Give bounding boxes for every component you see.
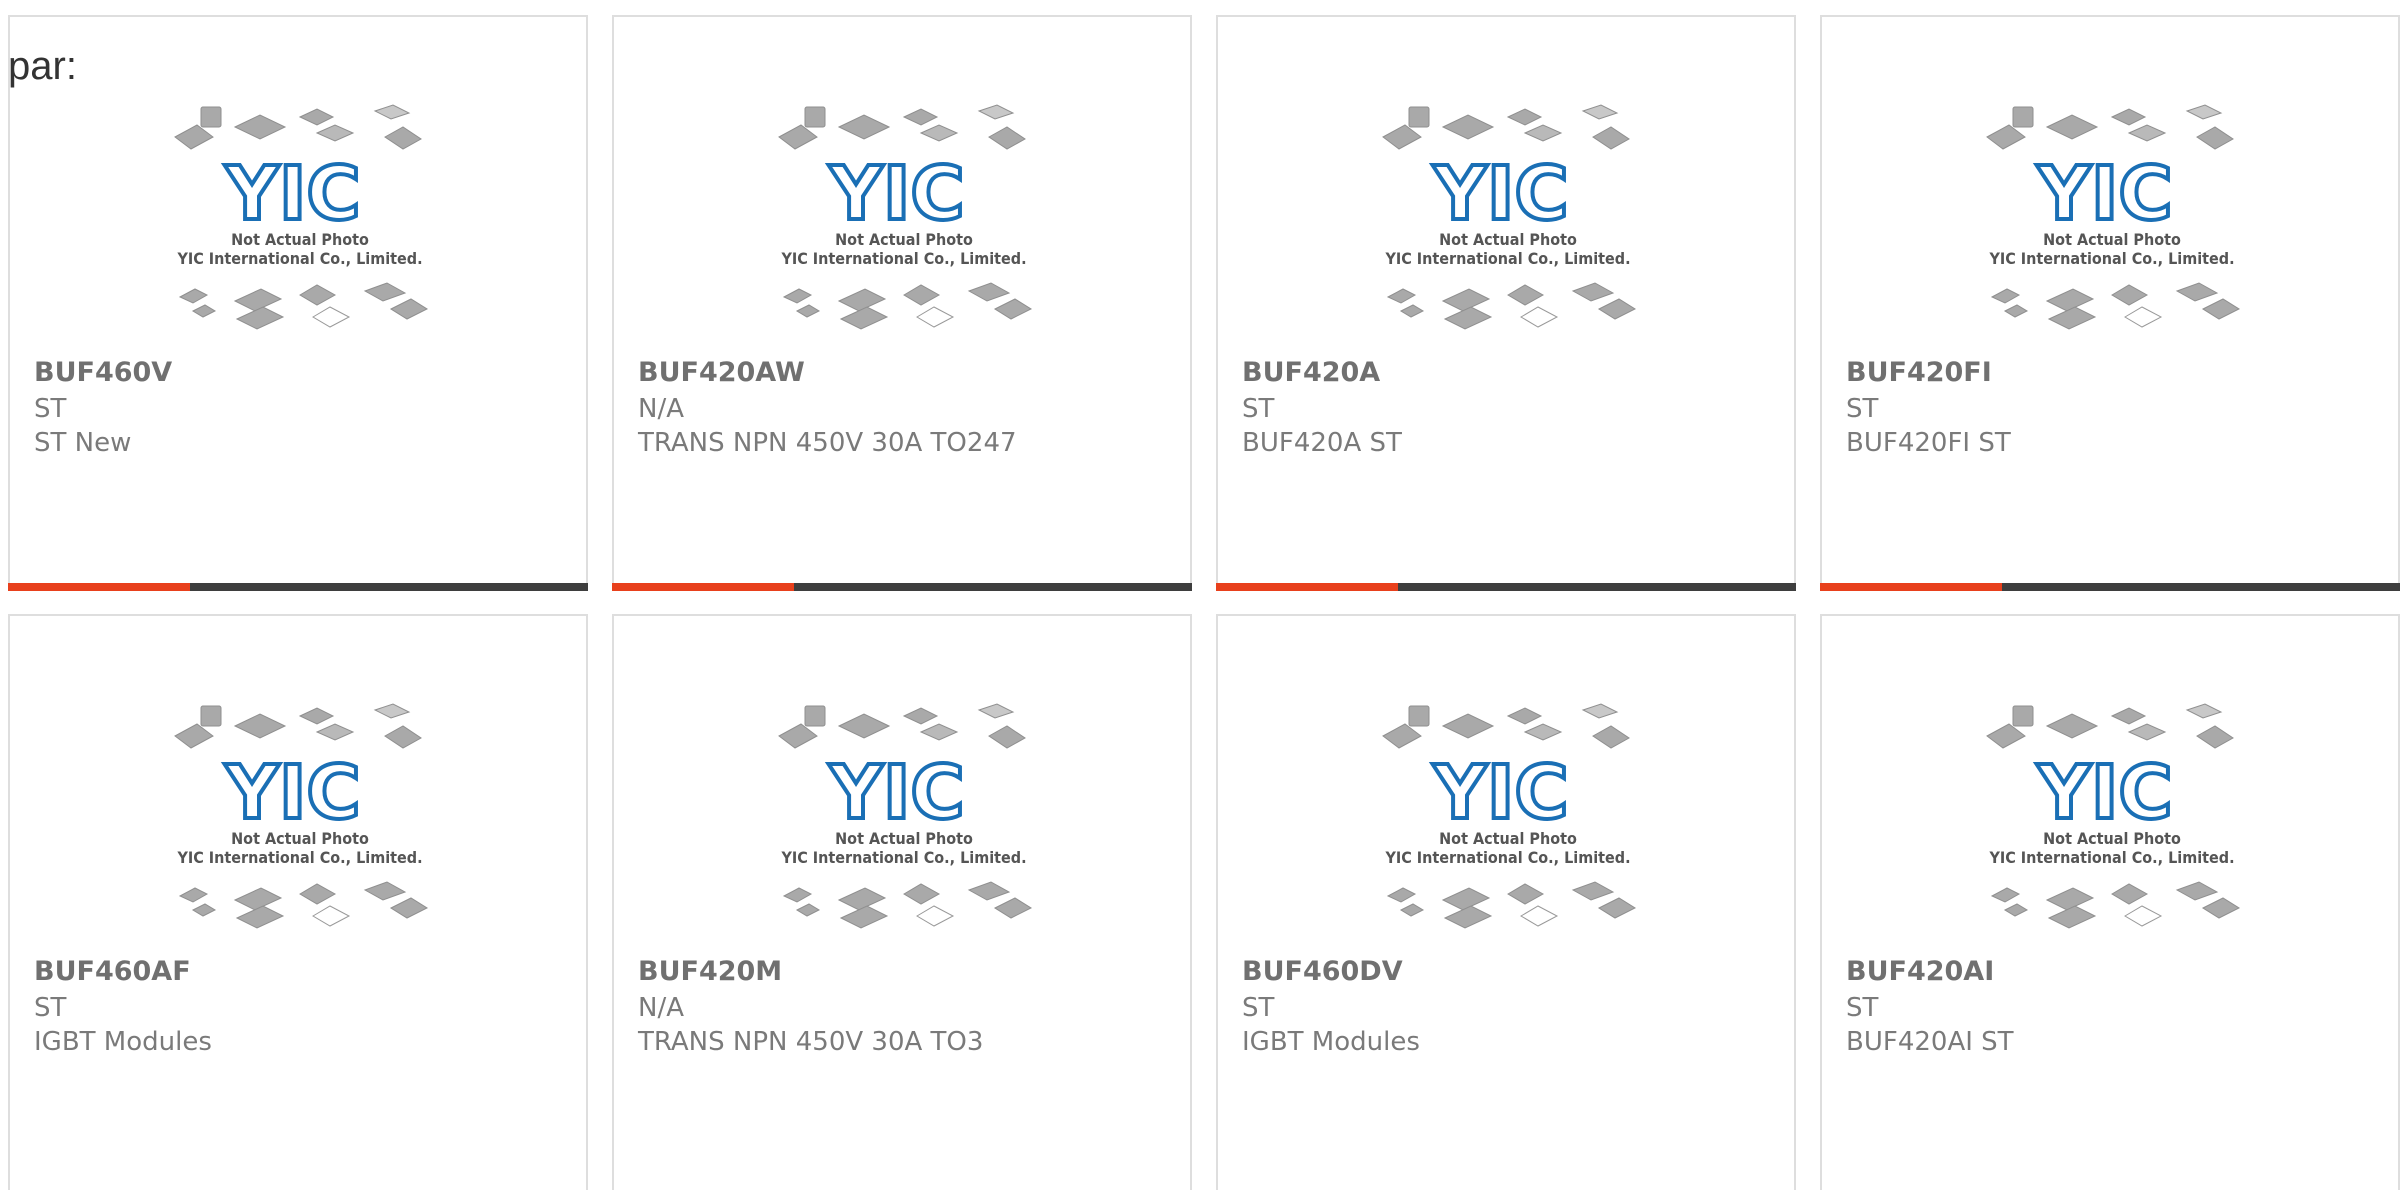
description: BUF420AI ST bbox=[1846, 1027, 2014, 1057]
placeholder-image: YIC Not Actual Photo YIC International C… bbox=[1382, 104, 1637, 330]
card-accent bbox=[1216, 583, 1398, 591]
svg-text:Not Actual Photo: Not Actual Photo bbox=[231, 829, 369, 848]
card-accent bbox=[612, 583, 794, 591]
card-accent bbox=[1820, 583, 2002, 591]
product-card[interactable]: YIC Not Actual Photo YIC International C… bbox=[1216, 614, 1796, 1190]
manufacturer: ST bbox=[1846, 394, 1879, 424]
placeholder-image: YIC Not Actual Photo YIC International C… bbox=[778, 703, 1033, 929]
svg-text:YIC International Co., Limited: YIC International Co., Limited. bbox=[176, 249, 422, 268]
product-card[interactable]: YIC Not Actual Photo YIC International C… bbox=[1216, 15, 1796, 591]
product-card[interactable]: YIC Not Actual Photo YIC International C… bbox=[8, 614, 588, 1190]
part-number[interactable]: BUF420M bbox=[638, 956, 782, 987]
part-number[interactable]: BUF460DV bbox=[1242, 956, 1403, 987]
product-card[interactable]: YIC Not Actual Photo YIC International C… bbox=[8, 15, 588, 591]
card-bottom-bar bbox=[612, 583, 1192, 591]
product-grid: YIC Not Actual Photo YIC International C… bbox=[8, 15, 2400, 1190]
part-number[interactable]: BUF460V bbox=[34, 357, 172, 388]
logo-text: YIC bbox=[828, 750, 964, 836]
svg-text:Not Actual Photo: Not Actual Photo bbox=[1439, 230, 1577, 249]
product-card[interactable]: YIC Not Actual Photo YIC International C… bbox=[612, 614, 1192, 1190]
card-accent bbox=[8, 583, 190, 591]
description: BUF420A ST bbox=[1242, 428, 1402, 458]
product-card[interactable]: YIC Not Actual Photo YIC International C… bbox=[612, 15, 1192, 591]
svg-text:YIC International Co., Limited: YIC International Co., Limited. bbox=[1384, 249, 1630, 268]
placeholder-image: YIC Not Actual Photo YIC International C… bbox=[1986, 104, 2241, 330]
svg-text:YIC International Co., Limited: YIC International Co., Limited. bbox=[1384, 848, 1630, 867]
description: IGBT Modules bbox=[1242, 1027, 1420, 1057]
svg-text:Not Actual Photo: Not Actual Photo bbox=[835, 829, 973, 848]
placeholder-image: YIC Not Actual Photo YIC International C… bbox=[1382, 703, 1637, 929]
svg-text:Not Actual Photo: Not Actual Photo bbox=[231, 230, 369, 249]
description: TRANS NPN 450V 30A TO3 bbox=[638, 1027, 984, 1057]
manufacturer: ST bbox=[1242, 993, 1275, 1023]
manufacturer: N/A bbox=[638, 993, 684, 1023]
product-card[interactable]: YIC Not Actual Photo YIC International C… bbox=[1820, 15, 2400, 591]
logo-text: YIC bbox=[828, 151, 964, 237]
logo-text: YIC bbox=[2036, 151, 2172, 237]
part-number[interactable]: BUF420A bbox=[1242, 357, 1380, 388]
part-number[interactable]: BUF460AF bbox=[34, 956, 191, 987]
product-card[interactable]: YIC Not Actual Photo YIC International C… bbox=[1820, 614, 2400, 1190]
svg-text:Not Actual Photo: Not Actual Photo bbox=[2043, 230, 2181, 249]
card-bottom-bar bbox=[1820, 583, 2400, 591]
logo-text: YIC bbox=[1432, 151, 1568, 237]
svg-text:YIC International Co., Limited: YIC International Co., Limited. bbox=[1988, 848, 2234, 867]
manufacturer: ST bbox=[1846, 993, 1879, 1023]
description: TRANS NPN 450V 30A TO247 bbox=[638, 428, 1017, 458]
manufacturer: ST bbox=[34, 993, 67, 1023]
part-number[interactable]: BUF420AW bbox=[638, 357, 805, 388]
description: BUF420FI ST bbox=[1846, 428, 2011, 458]
card-bottom-bar bbox=[1216, 583, 1796, 591]
description: ST New bbox=[34, 428, 132, 458]
page-label: par: bbox=[8, 44, 77, 88]
svg-text:YIC International Co., Limited: YIC International Co., Limited. bbox=[176, 848, 422, 867]
description: IGBT Modules bbox=[34, 1027, 212, 1057]
logo-text: YIC bbox=[224, 151, 360, 237]
logo-text: YIC bbox=[2036, 750, 2172, 836]
part-number[interactable]: BUF420AI bbox=[1846, 956, 1994, 987]
svg-text:Not Actual Photo: Not Actual Photo bbox=[1439, 829, 1577, 848]
svg-text:YIC International Co., Limited: YIC International Co., Limited. bbox=[780, 848, 1026, 867]
part-number[interactable]: BUF420FI bbox=[1846, 357, 1992, 388]
svg-text:Not Actual Photo: Not Actual Photo bbox=[2043, 829, 2181, 848]
placeholder-image: YIC Not Actual Photo YIC International C… bbox=[778, 104, 1033, 330]
manufacturer: ST bbox=[34, 394, 67, 424]
logo-text: YIC bbox=[1432, 750, 1568, 836]
svg-text:YIC International Co., Limited: YIC International Co., Limited. bbox=[780, 249, 1026, 268]
placeholder-image: YIC Not Actual Photo YIC International C… bbox=[174, 104, 429, 330]
svg-text:Not Actual Photo: Not Actual Photo bbox=[835, 230, 973, 249]
card-bottom-bar bbox=[8, 583, 588, 591]
placeholder-image: YIC Not Actual Photo YIC International C… bbox=[1986, 703, 2241, 929]
placeholder-image: YIC Not Actual Photo YIC International C… bbox=[174, 703, 429, 929]
manufacturer: ST bbox=[1242, 394, 1275, 424]
manufacturer: N/A bbox=[638, 394, 684, 424]
svg-text:YIC International Co., Limited: YIC International Co., Limited. bbox=[1988, 249, 2234, 268]
logo-text: YIC bbox=[224, 750, 360, 836]
